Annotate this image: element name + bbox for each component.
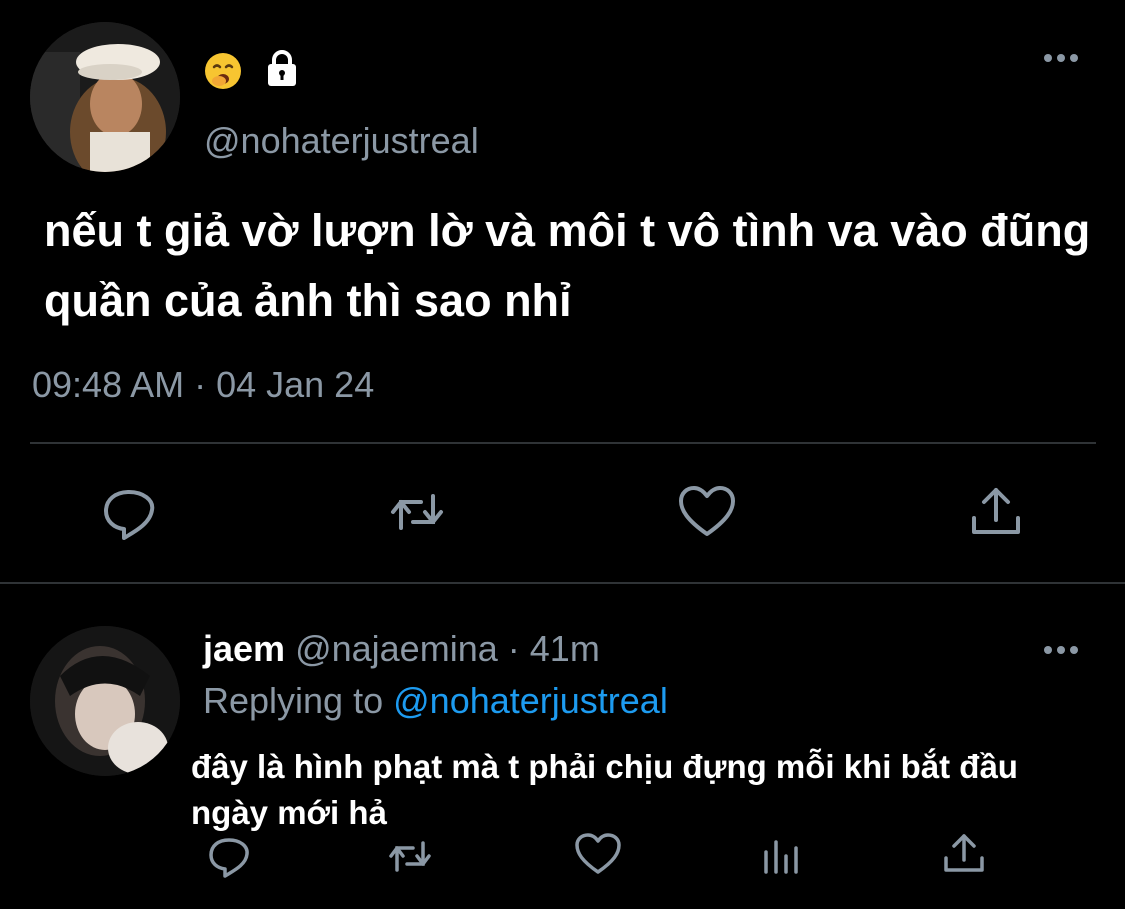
reply-avatar-photo (30, 626, 180, 776)
reply-button[interactable] (99, 482, 159, 547)
tweet-text: nếu t giả vờ lượn lờ và môi t vô tình va… (44, 205, 1091, 326)
share-icon (944, 834, 984, 872)
analytics-icon (764, 840, 798, 874)
reply-reply-button[interactable] (205, 832, 253, 885)
heart-icon (575, 833, 621, 874)
share-icon (972, 488, 1020, 534)
reply-like-button[interactable] (574, 830, 622, 883)
avatar-photo (30, 22, 180, 172)
reply-retweet-button[interactable] (386, 832, 434, 885)
profile-avatar[interactable] (30, 22, 180, 172)
lock-icon (262, 48, 302, 88)
reply-text: đây là hình phạt mà t phải chịu đựng mỗi… (191, 748, 1018, 831)
retweet-icon (389, 841, 431, 872)
share-button[interactable] (966, 482, 1026, 547)
tweet-timestamp[interactable]: 09:48 AM · 04 Jan 24 (32, 364, 374, 406)
reply-more-options-icon[interactable] (1044, 646, 1078, 654)
heart-icon (679, 486, 735, 536)
like-button[interactable] (677, 482, 737, 547)
yawning-face-emoji-icon (204, 52, 242, 90)
replying-to-mention[interactable]: @nohaterjustreal (393, 680, 668, 721)
reply-time[interactable]: 41m (530, 628, 600, 669)
more-options-icon[interactable] (1044, 54, 1078, 62)
reply-header: jaem @najaemina · 41m (203, 628, 600, 670)
reply-author-handle[interactable]: @najaemina (295, 628, 498, 669)
divider (30, 442, 1096, 444)
author-handle[interactable]: @nohaterjustreal (204, 120, 479, 162)
retweet-icon (391, 494, 443, 530)
replying-prefix: Replying to (203, 680, 384, 721)
reply-share-button[interactable] (940, 830, 988, 883)
retweet-button[interactable] (387, 482, 447, 547)
reply-author-name[interactable]: jaem (203, 628, 285, 669)
reply-separator: · (507, 628, 520, 669)
section-divider (0, 582, 1125, 584)
reply-avatar[interactable] (30, 626, 180, 776)
reply-icon (209, 838, 249, 878)
replying-to: Replying to @nohaterjustreal (203, 680, 668, 722)
reply-analytics-button[interactable] (758, 832, 806, 885)
reply-icon (104, 490, 155, 540)
